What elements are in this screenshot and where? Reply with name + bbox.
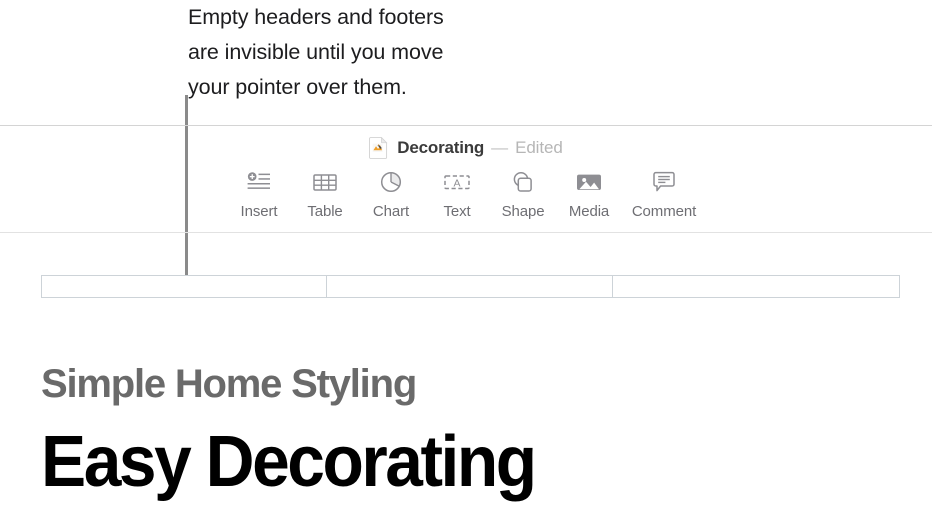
toolbar-label-shape: Shape (501, 203, 545, 220)
toolbar-button-text[interactable]: A Text (424, 168, 490, 220)
text-box-icon: A (444, 168, 470, 196)
toolbar-bottom-divider (0, 232, 932, 233)
toolbar-label-comment: Comment (631, 203, 697, 220)
document-heading[interactable]: Easy Decorating (41, 421, 537, 503)
toolbar-button-chart[interactable]: Chart (358, 168, 424, 220)
window-titlebar: Decorating — Edited (0, 132, 932, 164)
svg-text:A: A (453, 177, 460, 189)
toolbar-label-insert: Insert (240, 203, 278, 220)
document-status-edited: Edited (515, 138, 563, 157)
toolbar-label-chart: Chart (372, 203, 410, 220)
media-photo-icon (576, 168, 602, 196)
pie-chart-icon (379, 168, 403, 196)
toolbar-button-comment[interactable]: Comment (622, 168, 706, 220)
toolbar-label-media: Media (568, 203, 610, 220)
toolbar-label-table: Table (307, 203, 343, 220)
document-header-fields (41, 275, 900, 298)
toolbar-label-text: Text (443, 203, 471, 220)
toolbar-top-divider (0, 125, 932, 126)
toolbar-button-table[interactable]: Table (292, 168, 358, 220)
toolbar-button-shape[interactable]: Shape (490, 168, 556, 220)
title-separator: — (491, 138, 509, 157)
document-subtitle[interactable]: Simple Home Styling (41, 362, 417, 407)
insert-icon (247, 168, 271, 196)
table-icon (313, 168, 337, 196)
comment-bubble-icon (652, 168, 676, 196)
toolbar-button-insert[interactable]: Insert (226, 168, 292, 220)
document-title: Decorating (397, 138, 485, 157)
shape-icon (511, 168, 535, 196)
toolbar-button-media[interactable]: Media (556, 168, 622, 220)
pages-document-icon (369, 136, 388, 159)
header-field-left[interactable] (41, 275, 327, 298)
callout-text: Empty headers and footers are invisible … (188, 5, 444, 99)
header-field-right[interactable] (613, 275, 900, 298)
document-toolbar: Insert Table Chart A Text Shape Media Co… (0, 168, 932, 228)
header-field-center[interactable] (327, 275, 613, 298)
